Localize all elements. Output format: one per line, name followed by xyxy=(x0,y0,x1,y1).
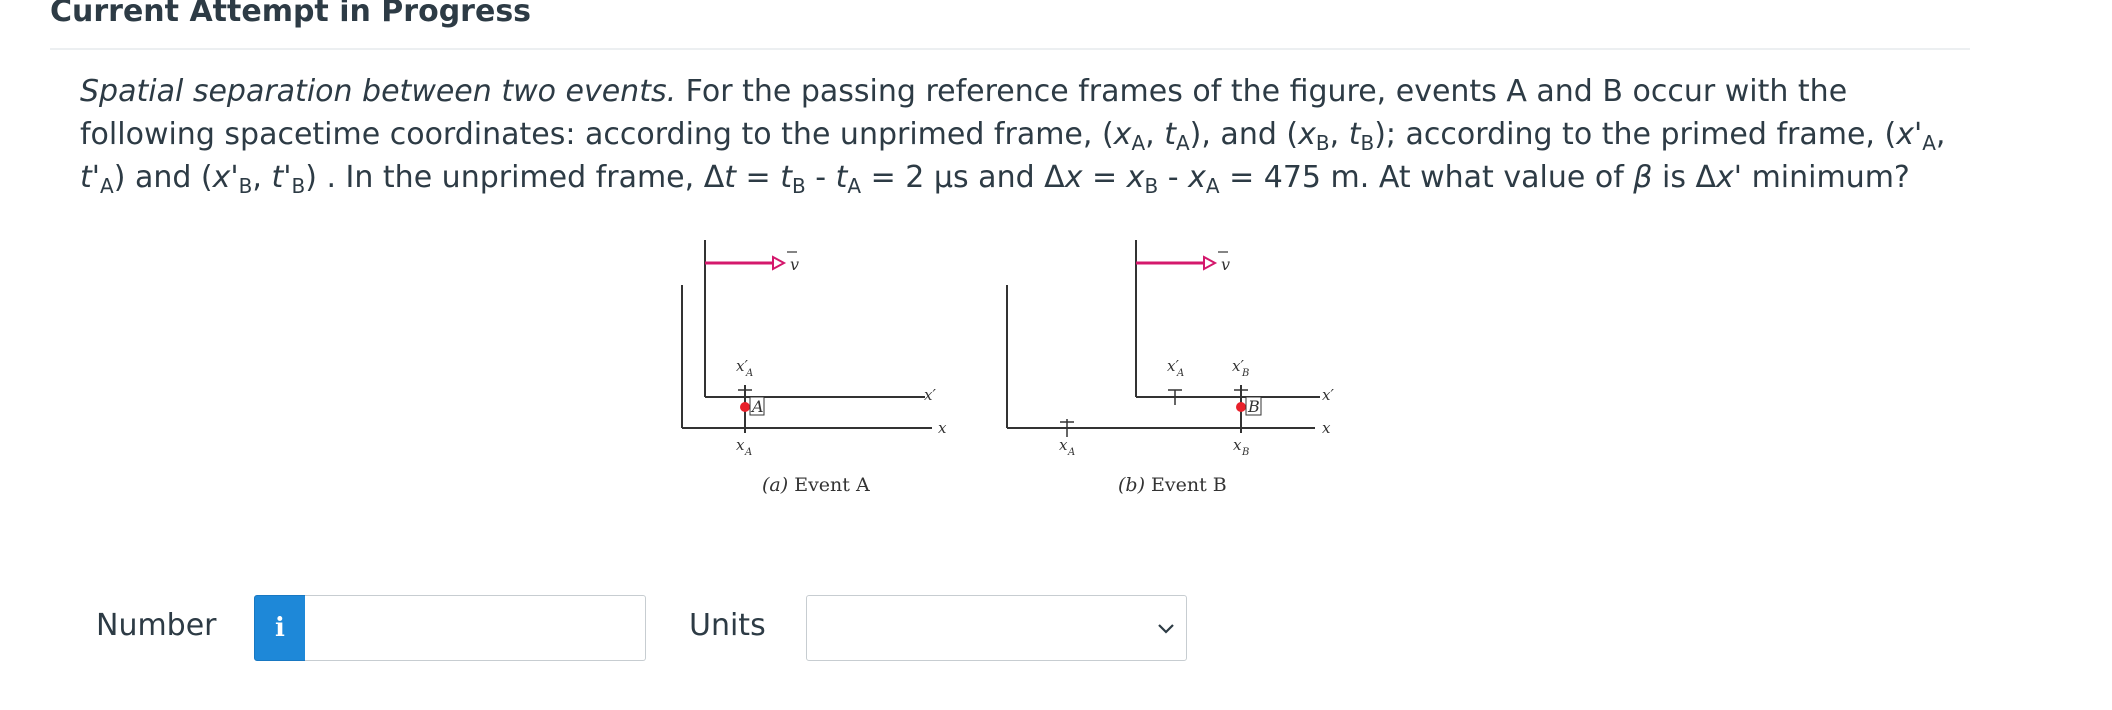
figure-panel-a: v A x′ A x A x′ x (a) Event A xyxy=(681,240,947,496)
event-a-label: A xyxy=(750,397,764,416)
label-xA-b: x xyxy=(1059,436,1068,454)
svg-text:A: A xyxy=(1176,368,1184,379)
answer-row: Number i Units xyxy=(0,595,2112,665)
units-select[interactable] xyxy=(806,595,1187,661)
svg-text:A: A xyxy=(745,368,753,379)
velocity-arrowhead-a xyxy=(772,255,787,271)
velocity-arrowhead-b xyxy=(1203,255,1218,271)
svg-text:B: B xyxy=(1241,368,1249,379)
label-v-a: v xyxy=(790,255,799,274)
number-label: Number xyxy=(96,608,217,643)
svg-text:B: B xyxy=(1241,447,1249,458)
chevron-down-icon xyxy=(1158,624,1174,634)
figure-panel-b: v B x′ A x′ B x A x B x′ x (b) Event B xyxy=(1006,240,1334,496)
event-a-dot xyxy=(740,402,750,412)
axis-x-prime-b: x′ xyxy=(1322,386,1334,404)
label-xB-b: x xyxy=(1233,436,1242,454)
info-icon: i xyxy=(275,613,285,643)
info-button[interactable]: i xyxy=(254,595,306,661)
caption-b: (b) Event B xyxy=(1118,474,1227,496)
units-label: Units xyxy=(689,608,766,643)
caption-a: (a) Event A xyxy=(762,474,870,496)
axis-x-prime-a: x′ xyxy=(924,386,936,404)
event-b-label: B xyxy=(1247,397,1260,416)
svg-text:A: A xyxy=(1067,447,1075,458)
question-text: Spatial separation between two events. F… xyxy=(80,74,1946,198)
label-v-b: v xyxy=(1221,255,1230,274)
axis-x-b: x xyxy=(1322,419,1331,437)
spacetime-figure: v A x′ A x A x′ x (a) Event A v B x′ A x… xyxy=(670,225,1370,510)
page-title: Current Attempt in Progress xyxy=(50,0,532,29)
event-b-dot xyxy=(1236,402,1246,412)
label-xA-a: x xyxy=(736,436,745,454)
svg-text:A: A xyxy=(744,447,752,458)
axis-x-a: x xyxy=(938,419,947,437)
number-input[interactable] xyxy=(305,595,646,661)
